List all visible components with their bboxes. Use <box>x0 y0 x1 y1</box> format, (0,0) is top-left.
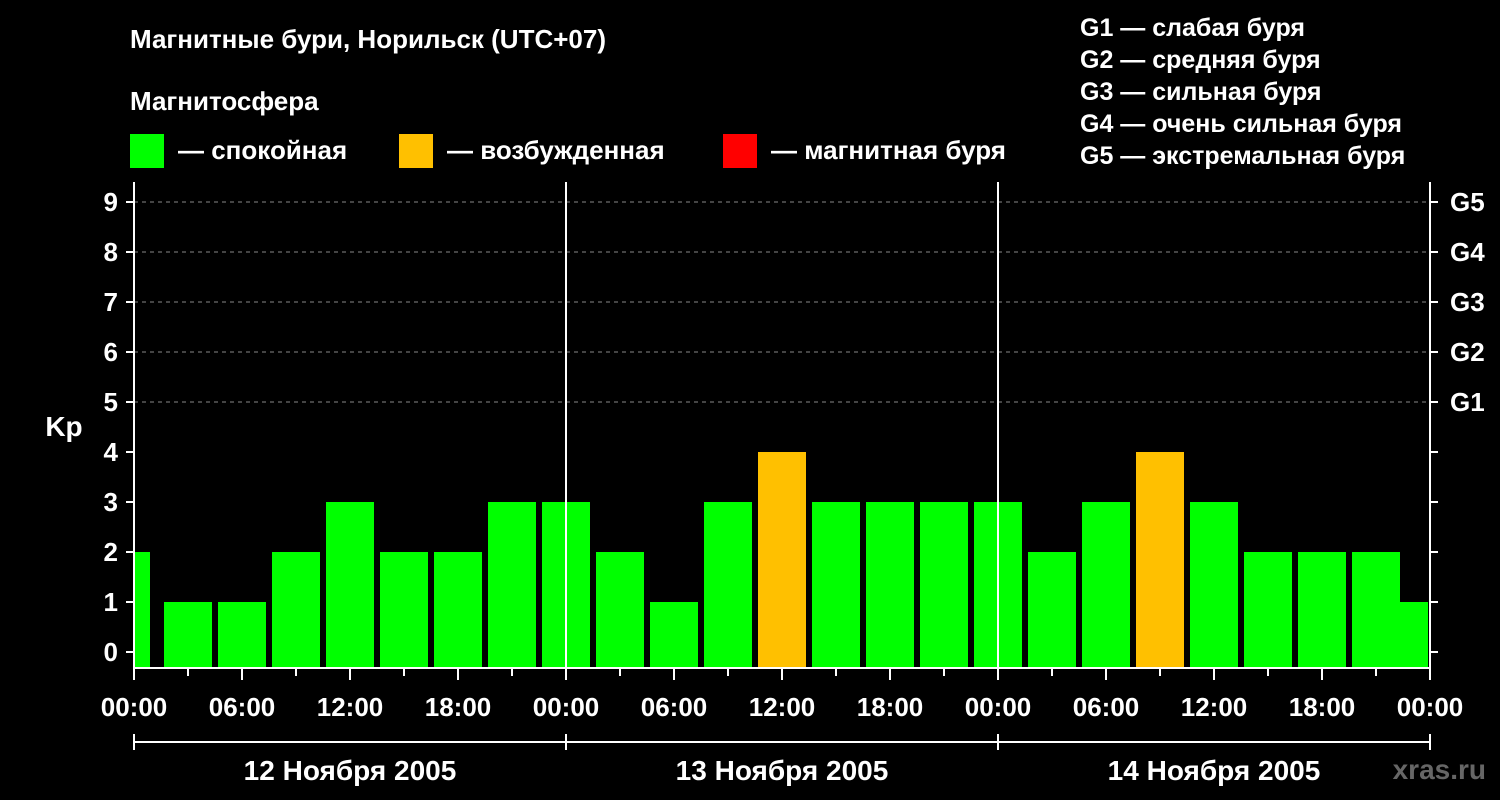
x-tick-label: 00:00 <box>101 692 168 722</box>
y-tick-label: 0 <box>104 637 118 667</box>
x-tick-label: 18:00 <box>1289 692 1356 722</box>
y-tick-label: 8 <box>104 237 118 267</box>
date-label: 12 Ноября 2005 <box>244 755 457 786</box>
y-tick-label: 3 <box>104 487 118 517</box>
x-tick-label: 18:00 <box>425 692 492 722</box>
x-tick-label: 00:00 <box>533 692 600 722</box>
kp-bar <box>1028 552 1076 668</box>
g-level-label: G1 <box>1450 387 1485 417</box>
kp-bar <box>866 502 914 668</box>
kp-bar <box>1398 602 1428 668</box>
y-tick-label: 7 <box>104 287 118 317</box>
kp-bar <box>812 502 860 668</box>
kp-bar-chart: 0 1 2 3 4 5 6 7 8 9 G1 G2 G3 G4 G5 Kp 00:00 06:00 12:00 18:… <box>45 182 1485 786</box>
date-label: 13 Ноября 2005 <box>676 755 889 786</box>
y-axis-title: Kp <box>45 411 82 442</box>
kp-bar <box>272 552 320 668</box>
kp-bar <box>134 552 150 668</box>
y-tick-label: 5 <box>104 387 118 417</box>
y-tick-label: 4 <box>104 437 119 467</box>
y-tick-label: 9 <box>104 187 118 217</box>
x-tick-label: 00:00 <box>965 692 1032 722</box>
kp-bar <box>1352 552 1400 668</box>
kp-bar <box>596 552 644 668</box>
kp-bar <box>1082 502 1130 668</box>
kp-bar <box>488 502 536 668</box>
kp-bar <box>920 502 968 668</box>
g-level-label: G5 <box>1450 187 1485 217</box>
kp-bar <box>1298 552 1346 668</box>
g-level-label: G2 <box>1450 337 1485 367</box>
kp-bar <box>704 502 752 668</box>
kp-bar <box>1244 552 1292 668</box>
x-tick-label: 00:00 <box>1397 692 1464 722</box>
kp-bar <box>218 602 266 668</box>
x-tick-label: 06:00 <box>641 692 708 722</box>
date-label: 14 Ноября 2005 <box>1108 755 1321 786</box>
x-tick-label: 06:00 <box>1073 692 1140 722</box>
kp-bar <box>164 602 212 668</box>
kp-bar <box>758 452 806 668</box>
watermark: xras.ru <box>1392 754 1486 785</box>
kp-bar <box>434 552 482 668</box>
x-tick-label: 06:00 <box>209 692 276 722</box>
kp-bar <box>326 502 374 668</box>
y-tick-label: 2 <box>104 537 118 567</box>
x-tick-label: 12:00 <box>749 692 816 722</box>
x-tick-label: 12:00 <box>317 692 384 722</box>
y-tick-label: 1 <box>104 587 118 617</box>
kp-bar <box>1190 502 1238 668</box>
g-level-label: G3 <box>1450 287 1485 317</box>
x-tick-label: 12:00 <box>1181 692 1248 722</box>
kp-bar <box>650 602 698 668</box>
g-level-label: G4 <box>1450 237 1485 267</box>
x-tick-label: 18:00 <box>857 692 924 722</box>
kp-bar <box>1136 452 1184 668</box>
y-tick-label: 6 <box>104 337 118 367</box>
kp-bar <box>380 552 428 668</box>
